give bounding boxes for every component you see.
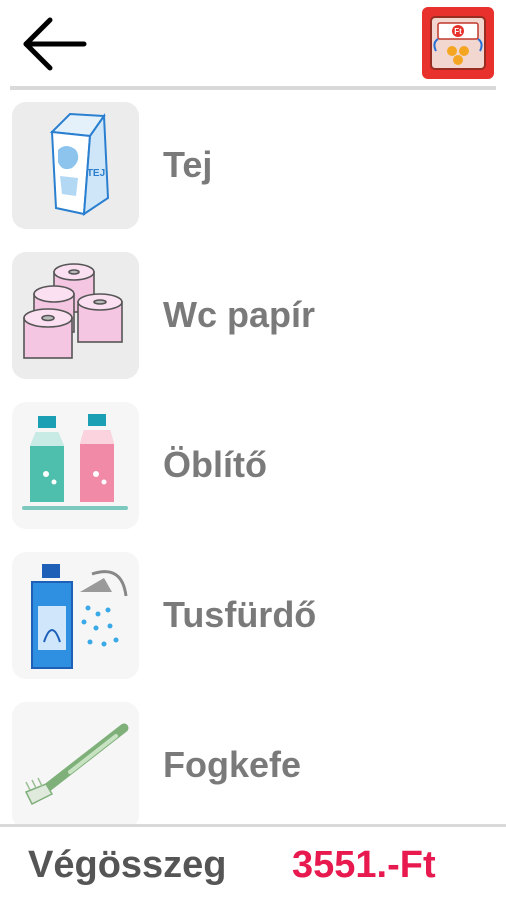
ft-coin-wallet-icon: Ft — [430, 16, 486, 70]
milk-carton-icon: TEJ — [49, 112, 110, 216]
list-item-label: Öblítő — [163, 444, 267, 485]
footer-divider — [0, 824, 506, 827]
list-item-toilet-paper[interactable]: Wc papír — [12, 248, 506, 379]
list-item-label: Fogkefe — [163, 744, 302, 785]
fabric-softener-thumbnail — [12, 402, 139, 529]
list-item-label: Tusfürdő — [163, 594, 317, 635]
list-item-shower-gel[interactable]: Tusfürdő — [12, 548, 506, 679]
back-button[interactable] — [18, 14, 90, 74]
app-icon-text: Ft — [454, 27, 462, 36]
top-bar: Ft — [0, 0, 506, 86]
list-item-fabric-softener[interactable]: Öblítő — [12, 398, 506, 529]
list-item-label: Wc papír — [163, 294, 316, 335]
toilet-paper-icon — [23, 263, 123, 359]
list-item-milk[interactable]: TEJ Tej — [12, 98, 506, 229]
milk-thumbnail: TEJ — [12, 102, 139, 229]
toothbrush-icon — [24, 723, 129, 806]
total-label: Végösszeg — [28, 844, 227, 886]
list-item-label: Tej — [163, 144, 213, 185]
milk-carton-text: TEJ — [87, 168, 105, 179]
total-value: 3551.-Ft — [292, 844, 436, 886]
fabric-softener-icon — [22, 414, 128, 510]
shower-gel-icon — [31, 564, 128, 669]
toilet-paper-thumbnail — [12, 252, 139, 379]
top-divider — [10, 86, 496, 90]
arrow-left-icon — [23, 17, 87, 71]
total-footer: Végösszeg 3551.-Ft — [0, 824, 506, 900]
shower-gel-thumbnail — [12, 552, 139, 679]
app-logo-button[interactable]: Ft — [422, 7, 494, 79]
product-list[interactable]: TEJ Tej Wc papír Öblítő Tusfürdő Fogkefe — [0, 98, 506, 824]
toothbrush-thumbnail — [12, 702, 139, 824]
list-item-toothbrush[interactable]: Fogkefe — [12, 698, 506, 824]
